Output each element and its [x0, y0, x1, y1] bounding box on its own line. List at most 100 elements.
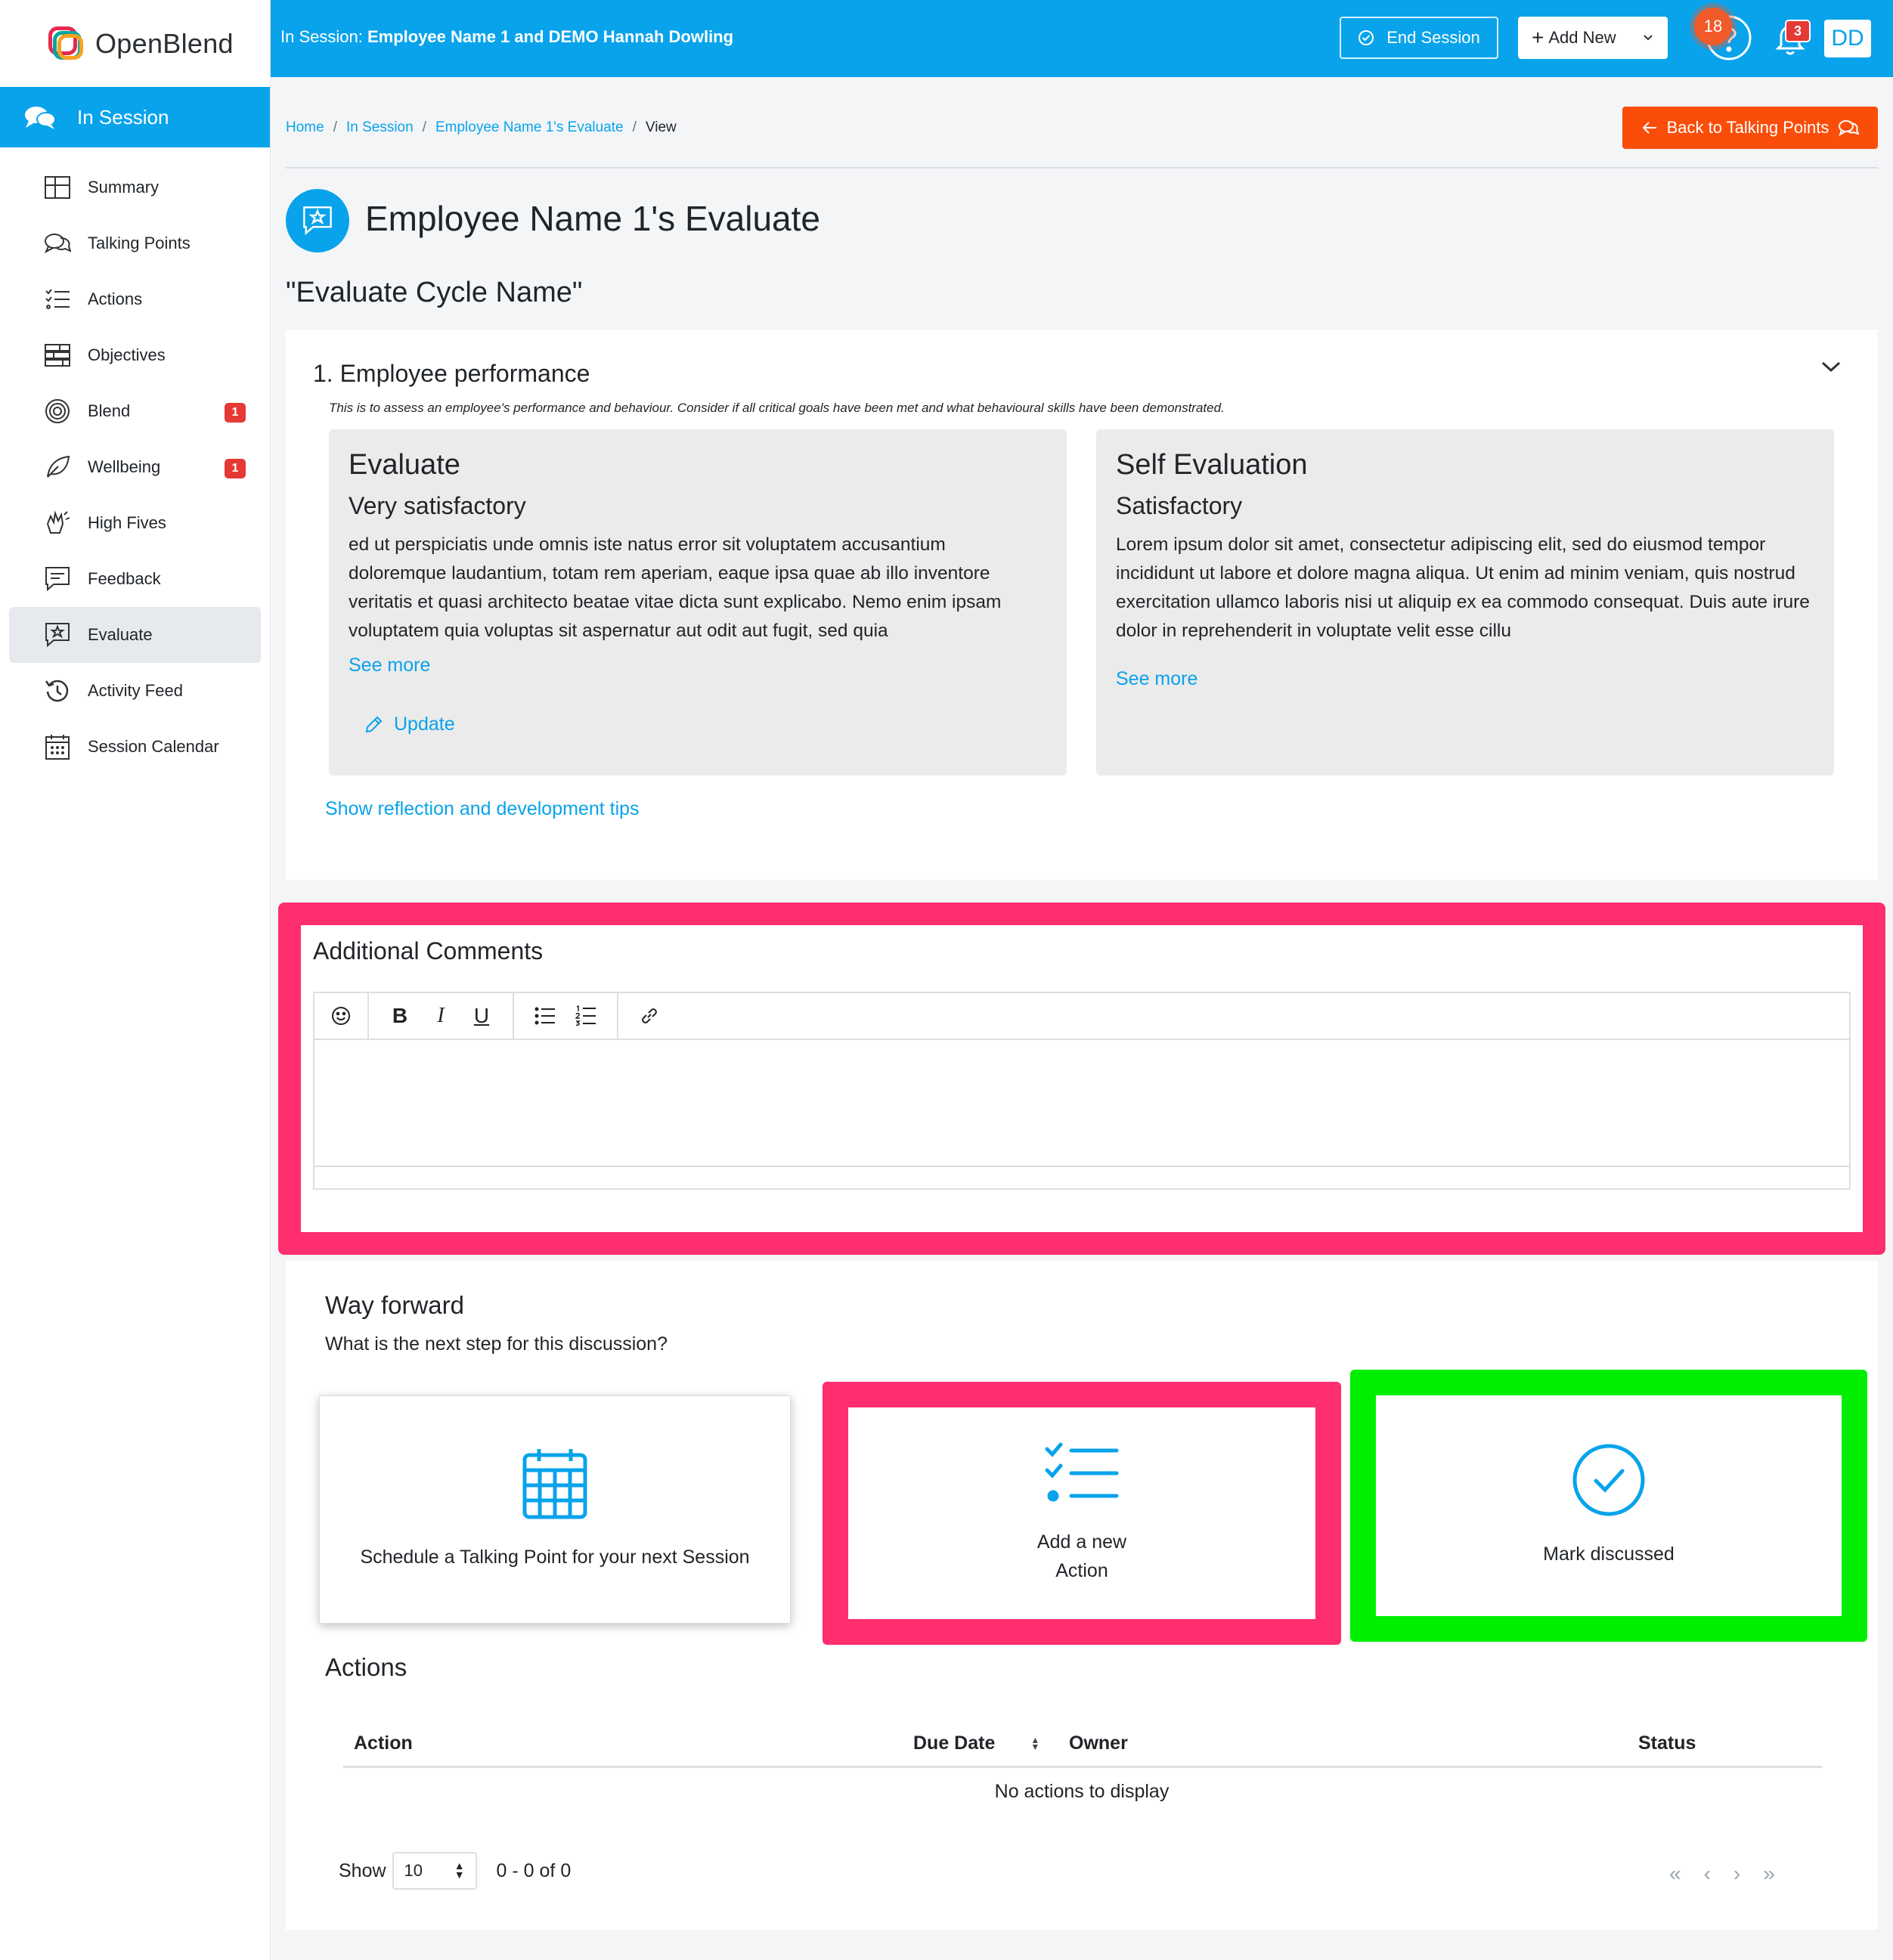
mark-discussed-label: Mark discussed — [1543, 1544, 1675, 1565]
column-header-action[interactable]: Action — [354, 1732, 413, 1754]
smiley-icon — [332, 1007, 350, 1025]
evaluate-cycle-name: "Evaluate Cycle Name" — [286, 277, 583, 308]
brand-name: OpenBlend — [95, 27, 234, 59]
blend-badge: 1 — [225, 403, 246, 423]
show-tips-link[interactable]: Show reflection and development tips — [325, 798, 640, 820]
openblend-logo-icon — [48, 26, 86, 61]
comments-text-area[interactable] — [314, 1040, 1849, 1167]
breadcrumb-current: View — [645, 119, 677, 135]
self-evaluation-panel: Self Evaluation Satisfactory Lorem ipsum… — [1096, 429, 1834, 776]
way-forward-card: Way forward What is the next step for th… — [286, 1261, 1878, 1930]
sidebar-item-objectives[interactable]: Objectives — [9, 327, 261, 383]
question-card: 1. Employee performance This is to asses… — [286, 330, 1878, 880]
openblend-logo[interactable]: OpenBlend — [0, 0, 270, 87]
star-message-icon — [303, 206, 332, 236]
numbered-list-button[interactable] — [565, 997, 606, 1035]
sidebar-in-session-label: In Session — [77, 105, 169, 128]
emoji-button[interactable] — [321, 997, 361, 1035]
link-icon — [642, 1008, 657, 1023]
sidebar-in-session-header[interactable]: In Session — [0, 87, 270, 147]
breadcrumb-evaluate[interactable]: Employee Name 1's Evaluate — [435, 119, 624, 135]
bullet-list-icon — [534, 1007, 555, 1025]
sidebar-item-wellbeing[interactable]: Wellbeing 1 — [9, 439, 261, 495]
last-page-icon[interactable]: » — [1763, 1862, 1775, 1886]
select-arrows-icon: ▲ ▼ — [454, 1859, 465, 1881]
next-page-icon[interactable]: › — [1733, 1862, 1740, 1886]
check-circle-icon — [1572, 1444, 1645, 1516]
sort-icon: ▲ ▼ — [1030, 1735, 1040, 1753]
chat-bubbles-icon — [1839, 120, 1860, 137]
sidebar-item-session-calendar[interactable]: Session Calendar — [9, 719, 261, 775]
star-message-icon — [44, 621, 71, 649]
self-evaluation-heading: Self Evaluation — [1116, 449, 1308, 481]
end-session-button[interactable]: End Session — [1340, 17, 1498, 59]
page-title: Employee Name 1's Evaluate — [365, 199, 820, 238]
sidebar-item-feedback[interactable]: Feedback — [9, 551, 261, 607]
sidebar-item-evaluate[interactable]: Evaluate — [9, 607, 261, 663]
evaluate-panel: Evaluate Very satisfactory ed ut perspic… — [329, 429, 1067, 776]
sidebar-item-blend[interactable]: Blend 1 — [9, 383, 261, 439]
evaluate-heading: Evaluate — [349, 449, 460, 481]
help-button[interactable]: 18 — [1694, 8, 1752, 60]
check-circle-icon — [1359, 30, 1374, 45]
add-new-button[interactable]: + Add New — [1518, 17, 1668, 59]
breadcrumb-in-session[interactable]: In Session — [346, 119, 414, 135]
bullet-list-button[interactable] — [525, 997, 565, 1035]
comments-editor: B I U — [313, 992, 1851, 1190]
bold-button[interactable]: B — [380, 997, 420, 1035]
mark-discussed-option[interactable]: Mark discussed — [1350, 1370, 1867, 1642]
notification-badge: 3 — [1785, 20, 1811, 42]
sidebar-item-talking-points[interactable]: Talking Points — [9, 215, 261, 271]
breadcrumb-home[interactable]: Home — [286, 119, 324, 135]
numbered-list-icon — [575, 1005, 596, 1026]
session-title: In Session: Employee Name 1 and DEMO Han… — [280, 27, 734, 46]
underline-button[interactable]: U — [461, 997, 502, 1035]
message-square-icon — [44, 565, 71, 593]
add-new-action-option[interactable]: Add a new Action — [823, 1382, 1341, 1645]
wellbeing-badge: 1 — [225, 459, 246, 478]
italic-button[interactable]: I — [420, 997, 461, 1035]
additional-comments-heading: Additional Comments — [313, 937, 544, 965]
checklist-icon — [44, 286, 71, 313]
evaluate-see-more-link[interactable]: See more — [349, 655, 430, 677]
question-description: This is to assess an employee's performa… — [329, 401, 1225, 415]
table-header-divider — [343, 1766, 1822, 1768]
pencil-icon — [365, 716, 383, 732]
self-see-more-link[interactable]: See more — [1116, 668, 1197, 690]
chevron-down-icon[interactable] — [1820, 360, 1842, 373]
editor-toolbar: B I U — [314, 992, 1849, 1040]
pager: « ‹ › » — [1669, 1862, 1775, 1886]
sidebar-item-high-fives[interactable]: High Fives — [9, 495, 261, 551]
previous-page-icon[interactable]: ‹ — [1704, 1862, 1711, 1886]
way-forward-subheading: What is the next step for this discussio… — [325, 1333, 668, 1355]
pagination-controls: Show 10 ▲ ▼ 0 - 0 of 0 — [339, 1852, 571, 1890]
no-actions-text: No actions to display — [994, 1781, 1170, 1802]
first-page-icon[interactable]: « — [1669, 1862, 1681, 1886]
avatar[interactable]: DD — [1824, 20, 1871, 57]
layers-icon — [44, 342, 71, 369]
actions-heading: Actions — [325, 1653, 407, 1681]
update-button[interactable]: Update — [364, 714, 455, 735]
link-button[interactable] — [629, 997, 670, 1035]
sidebar-item-actions[interactable]: Actions — [9, 271, 261, 327]
evaluate-page-icon — [286, 189, 349, 252]
back-to-talking-points-button[interactable]: Back to Talking Points — [1622, 107, 1878, 149]
add-action-label-line2: Action — [1055, 1560, 1108, 1581]
evaluate-text: ed ut perspiciatis unde omnis iste natus… — [349, 534, 1002, 641]
schedule-talking-point-option[interactable]: Schedule a Talking Point for your next S… — [319, 1395, 791, 1624]
column-header-status[interactable]: Status — [1638, 1732, 1696, 1754]
plus-icon: + — [1532, 26, 1544, 49]
checklist-icon — [1045, 1442, 1119, 1502]
breadcrumb: Home / In Session / Employee Name 1's Evalua… — [286, 119, 677, 135]
column-header-due-date[interactable]: Due Date ▲ ▼ — [913, 1732, 1039, 1754]
pagination-range: 0 - 0 of 0 — [496, 1859, 572, 1881]
chat-bubbles-icon — [25, 107, 56, 129]
clap-icon — [44, 509, 71, 537]
way-forward-heading: Way forward — [325, 1291, 464, 1319]
sidebar-item-activity-feed[interactable]: Activity Feed — [9, 663, 261, 719]
sidebar-item-summary[interactable]: Summary — [9, 159, 261, 215]
sidebar-nav: Summary Talking Points Actions Objective… — [0, 147, 270, 775]
column-header-owner[interactable]: Owner — [1069, 1732, 1128, 1754]
leaf-icon — [44, 454, 71, 481]
page-size-select[interactable]: 10 ▲ ▼ — [392, 1852, 477, 1890]
